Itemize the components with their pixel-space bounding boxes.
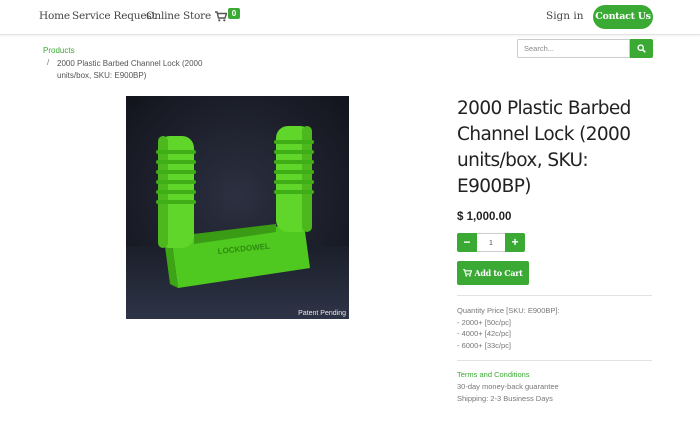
breadcrumb-current: 2000 Plastic Barbed Channel Lock (2000 u…: [57, 59, 203, 80]
quantity-price-tier: - 2000+ [50c/pc]: [457, 317, 511, 327]
quantity-increase-button[interactable]: +: [505, 233, 525, 252]
cart-count-badge: 0: [228, 8, 240, 19]
divider: [457, 295, 652, 296]
shipping-text: Shipping: 2-3 Business Days: [457, 394, 553, 403]
search-input[interactable]: [517, 39, 630, 58]
patent-caption: Patent Pending: [298, 310, 346, 317]
add-to-cart-label: Add to Cart: [474, 268, 523, 278]
product-title: 2000 Plastic Barbed Channel Lock (2000 u…: [457, 98, 631, 197]
guarantee-text: 30-day money-back guarantee: [457, 382, 559, 391]
quantity-decrease-button[interactable]: −: [457, 233, 477, 252]
nav-online-store[interactable]: Online Store: [146, 10, 211, 22]
quantity-price-tier: - 6000+ [33c/pc]: [457, 340, 511, 350]
channel-lock-photo: LOCKDOWEL: [126, 96, 349, 319]
nav-home[interactable]: Home: [39, 10, 70, 22]
sign-in-link[interactable]: Sign in: [546, 10, 584, 22]
quantity-price-block: Quantity Price [SKU: E900BP]: - 2000+ [5…: [457, 305, 560, 351]
contact-us-button[interactable]: Contact Us: [593, 5, 653, 29]
product-image[interactable]: LOCKDOWEL Patent Pending: [126, 96, 349, 319]
breadcrumb-products-link[interactable]: Products: [43, 46, 75, 55]
add-to-cart-button[interactable]: Add to Cart: [457, 261, 529, 285]
quantity-input[interactable]: 1: [477, 233, 505, 252]
breadcrumb-separator: /: [47, 58, 50, 67]
navbar: Home Service Request Online Store 0 Sign…: [0, 0, 700, 35]
terms-and-conditions-link[interactable]: Terms and Conditions: [457, 370, 530, 379]
divider: [457, 360, 652, 361]
shopping-cart-icon[interactable]: [215, 11, 227, 22]
nav-service-request[interactable]: Service Request: [72, 10, 156, 22]
cart-icon: [463, 269, 473, 277]
quantity-price-heading: Quantity Price [SKU: E900BP]:: [457, 306, 560, 315]
search-icon: [637, 44, 646, 53]
product-price: $ 1,000.00: [457, 211, 512, 223]
quantity-price-tier: - 4000+ [42c/pc]: [457, 329, 511, 338]
search-button[interactable]: [630, 39, 653, 58]
